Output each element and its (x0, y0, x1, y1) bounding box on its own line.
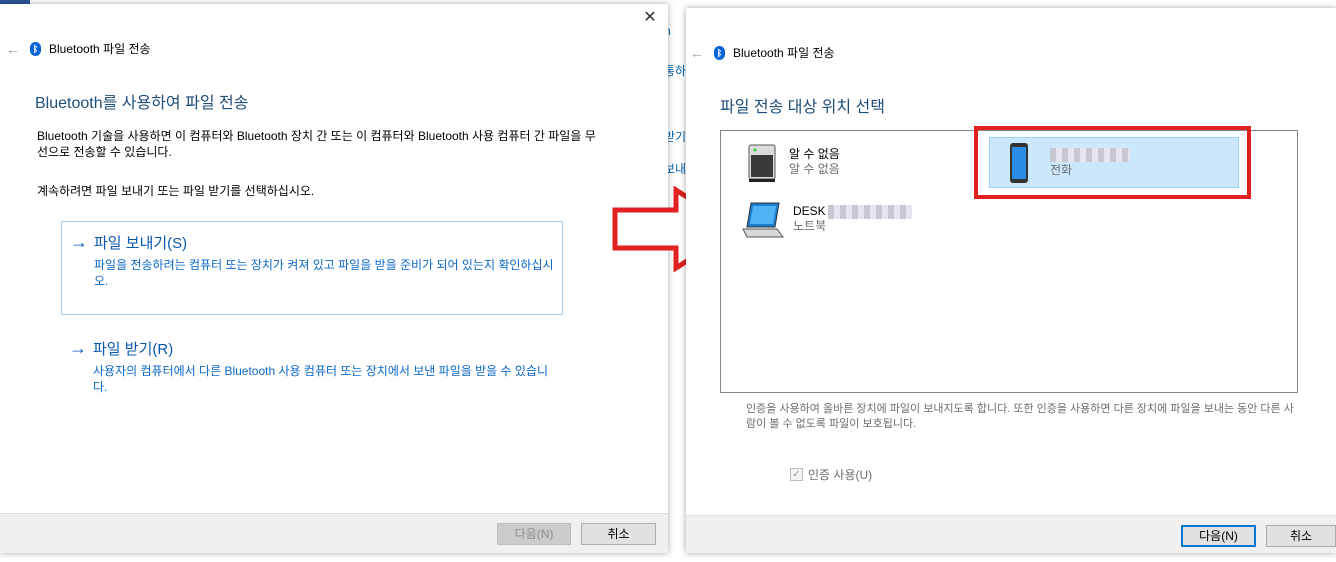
annotation-highlight-box (974, 126, 1251, 199)
device-name: 알 수 없음 (789, 147, 840, 161)
screenshot-stage: h 통하 받기 보내 ✕ ← ᛒ Bluetooth 파일 전송 Bluetoo… (0, 0, 1336, 562)
send-files-title: 파일 보내기(S) (94, 235, 188, 252)
checkbox-checked-icon[interactable]: ✓ (790, 468, 803, 481)
dialog-footer: 다음(N) 취소 (686, 515, 1336, 553)
device-type: 알 수 없음 (789, 162, 840, 176)
title-bar: ✕ (0, 4, 668, 38)
laptop-icon (742, 202, 784, 238)
next-button[interactable]: 다음(N) (497, 523, 571, 545)
send-files-description: 파일을 전송하려는 컴퓨터 또는 장치가 켜져 있고 파일을 받을 준비가 되어… (94, 258, 554, 288)
select-destination-dialog: ← ᛒ Bluetooth 파일 전송 파일 전송 대상 위치 선택 알 수 없… (686, 8, 1336, 553)
arrow-right-icon: → (69, 338, 87, 358)
next-button[interactable]: 다음(N) (1181, 525, 1256, 547)
dialog-nav: ← ᛒ Bluetooth 파일 전송 (690, 44, 835, 61)
dialog-title: Bluetooth 파일 전송 (733, 46, 835, 60)
bluetooth-icon: ᛒ (30, 41, 41, 56)
page-heading: Bluetooth를 사용하여 파일 전송 (35, 95, 249, 112)
authentication-info-text: 인증을 사용하여 올바른 장치에 파일이 보내지도록 합니다. 또한 인증을 사… (746, 403, 1294, 430)
authentication-label: 인증 사용(U) (808, 468, 873, 482)
dialog-footer: 다음(N) 취소 (0, 513, 668, 553)
description-text: Bluetooth 기술을 사용하면 이 컴퓨터와 Bluetooth 장치 간… (37, 129, 596, 159)
device-name: DESK (793, 204, 826, 218)
device-type: 노트북 (793, 219, 827, 233)
page-heading: 파일 전송 대상 위치 선택 (720, 99, 885, 116)
close-button[interactable]: ✕ (642, 10, 658, 26)
device-item-unknown[interactable]: 알 수 없음 알 수 없음 (745, 141, 840, 183)
server-icon (748, 144, 776, 182)
dialog-nav: ← ᛒ Bluetooth 파일 전송 (6, 40, 151, 57)
send-files-option[interactable]: → 파일 보내기(S) 파일을 전송하려는 컴퓨터 또는 장치가 켜져 있고 파… (61, 221, 563, 315)
redacted-text (827, 204, 912, 219)
cancel-button[interactable]: 취소 (581, 523, 656, 545)
receive-files-description: 사용자의 컴퓨터에서 다른 Bluetooth 사용 컴퓨터 또는 장치에서 보… (93, 364, 549, 394)
instruction-text: 계속하려면 파일 보내기 또는 파일 받기를 선택하십시오. (37, 184, 315, 198)
bluetooth-transfer-dialog: ✕ ← ᛒ Bluetooth 파일 전송 Bluetooth를 사용하여 파일… (0, 4, 668, 553)
authentication-checkbox-row[interactable]: ✓ 인증 사용(U) (790, 466, 872, 483)
arrow-right-icon: → (70, 232, 88, 252)
back-arrow-icon[interactable]: ← (6, 41, 22, 57)
receive-files-option[interactable]: → 파일 받기(R) 사용자의 컴퓨터에서 다른 Bluetooth 사용 컴퓨… (61, 328, 563, 408)
cancel-button[interactable]: 취소 (1266, 525, 1336, 547)
receive-files-title: 파일 받기(R) (93, 341, 174, 358)
bluetooth-icon: ᛒ (714, 45, 725, 60)
dialog-title: Bluetooth 파일 전송 (49, 42, 151, 56)
device-item-laptop[interactable]: DESK 노트북 (741, 199, 912, 239)
background-window-strip (668, 0, 688, 562)
back-arrow-icon[interactable]: ← (690, 45, 706, 61)
